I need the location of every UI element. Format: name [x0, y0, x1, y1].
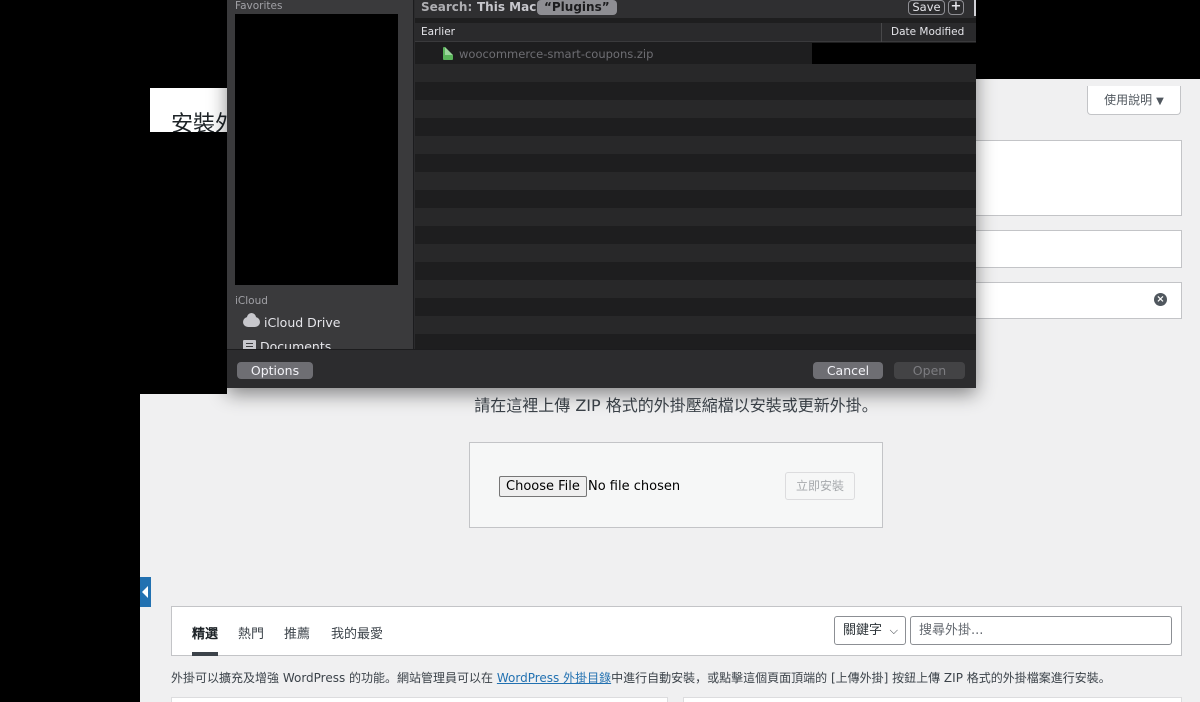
triangle-down-icon: ▼	[1156, 96, 1164, 107]
cancel-button[interactable]: Cancel	[813, 362, 883, 379]
redacted-favorites	[235, 14, 398, 285]
plugin-card	[683, 697, 1182, 702]
plugin-card	[171, 697, 668, 702]
tab-featured[interactable]: 精選	[192, 623, 219, 656]
chevron-down-icon: ⌵	[889, 624, 898, 637]
search-plugins-input[interactable]	[910, 616, 1172, 645]
tab-popular[interactable]: 熱門	[238, 623, 264, 642]
redacted-date	[812, 43, 976, 64]
plugin-directory-link[interactable]: WordPress 外掛目錄	[497, 671, 611, 685]
search-scope-label: Search:	[421, 0, 473, 14]
open-button[interactable]: Open	[894, 362, 965, 379]
redacted-area-top-left	[0, 0, 227, 88]
zip-file-icon	[443, 47, 453, 60]
intro-text-after: 中進行自動安裝，或點擊這個頁面頂端的 [上傳外掛] 按鈕上傳 ZIP 格式的外掛…	[611, 671, 1111, 685]
install-now-button[interactable]: 立即安裝	[785, 472, 855, 500]
tab-favorites[interactable]: 我的最愛	[331, 623, 383, 642]
sidebar-item-icloud-drive[interactable]: iCloud Drive	[243, 313, 340, 331]
options-button[interactable]: Options	[237, 362, 313, 379]
file-open-dialog: Favorites iCloud iCloud Drive Documents …	[227, 0, 976, 388]
sidebar-item-label: Documents	[260, 338, 332, 350]
search-scope-bar: Search: This Mac “Plugins” Save +	[415, 0, 976, 18]
dialog-sidebar: Favorites iCloud iCloud Drive Documents	[227, 0, 414, 349]
search-type-select[interactable]: 關鍵字 ⌵	[834, 616, 906, 645]
plugin-filter-bar: 精選 熱門 推薦 我的最愛 關鍵字 ⌵	[171, 606, 1182, 656]
notice-box	[975, 140, 1182, 216]
save-search-button[interactable]: Save	[908, 0, 945, 15]
collapse-menu-icon[interactable]	[140, 577, 151, 607]
dismissible-notice: ×	[975, 282, 1182, 319]
add-criteria-button[interactable]: +	[948, 0, 964, 15]
tab-recommended[interactable]: 推薦	[284, 623, 310, 642]
icloud-heading: iCloud	[235, 295, 268, 307]
plugin-intro-text: 外掛可以擴充及增強 WordPress 的功能。網站管理員可以在 WordPre…	[171, 669, 1111, 686]
help-label: 使用說明	[1104, 93, 1153, 107]
file-row[interactable]: woocommerce-smart-coupons.zip	[415, 43, 976, 64]
intro-text-before: 外掛可以擴充及增強 WordPress 的功能。網站管理員可以在	[171, 671, 497, 685]
page-title: 安裝外掛	[150, 88, 227, 132]
search-type-label: 關鍵字	[843, 623, 883, 638]
group-header-earlier: Earlier	[421, 26, 455, 38]
notice-box	[975, 230, 1182, 268]
dialog-footer: Options Cancel Open	[227, 349, 976, 388]
favorites-heading: Favorites	[235, 0, 283, 12]
no-file-chosen-text: No file chosen	[588, 479, 681, 494]
redacted-area-strip	[140, 88, 150, 132]
column-header: Earlier Date Modified	[415, 23, 976, 42]
sidebar-item-documents[interactable]: Documents	[243, 337, 331, 349]
upload-description: 請在這裡上傳 ZIP 格式的外掛壓縮檔以安裝或更新外掛。	[474, 396, 878, 415]
file-list	[415, 43, 976, 349]
file-browser: Search: This Mac “Plugins” Save + Earlie…	[415, 0, 976, 349]
cloud-icon	[243, 313, 260, 327]
redacted-area-top-right	[976, 0, 1200, 79]
choose-file-button[interactable]: Choose File	[499, 476, 587, 497]
document-icon	[243, 339, 256, 349]
sidebar-item-label: iCloud Drive	[264, 314, 341, 330]
column-date-modified[interactable]: Date Modified	[881, 23, 976, 42]
dismiss-icon[interactable]: ×	[1154, 293, 1167, 306]
scope-plugins-button[interactable]: “Plugins”	[537, 0, 617, 15]
redacted-area-left	[140, 132, 227, 394]
text-cursor	[974, 0, 976, 16]
help-button[interactable]: 使用說明 ▼	[1087, 86, 1181, 115]
upload-plugin-form: Choose File No file chosen 立即安裝	[469, 442, 883, 528]
file-name: woocommerce-smart-coupons.zip	[459, 47, 654, 61]
scope-this-mac-button[interactable]: This Mac	[477, 0, 536, 14]
